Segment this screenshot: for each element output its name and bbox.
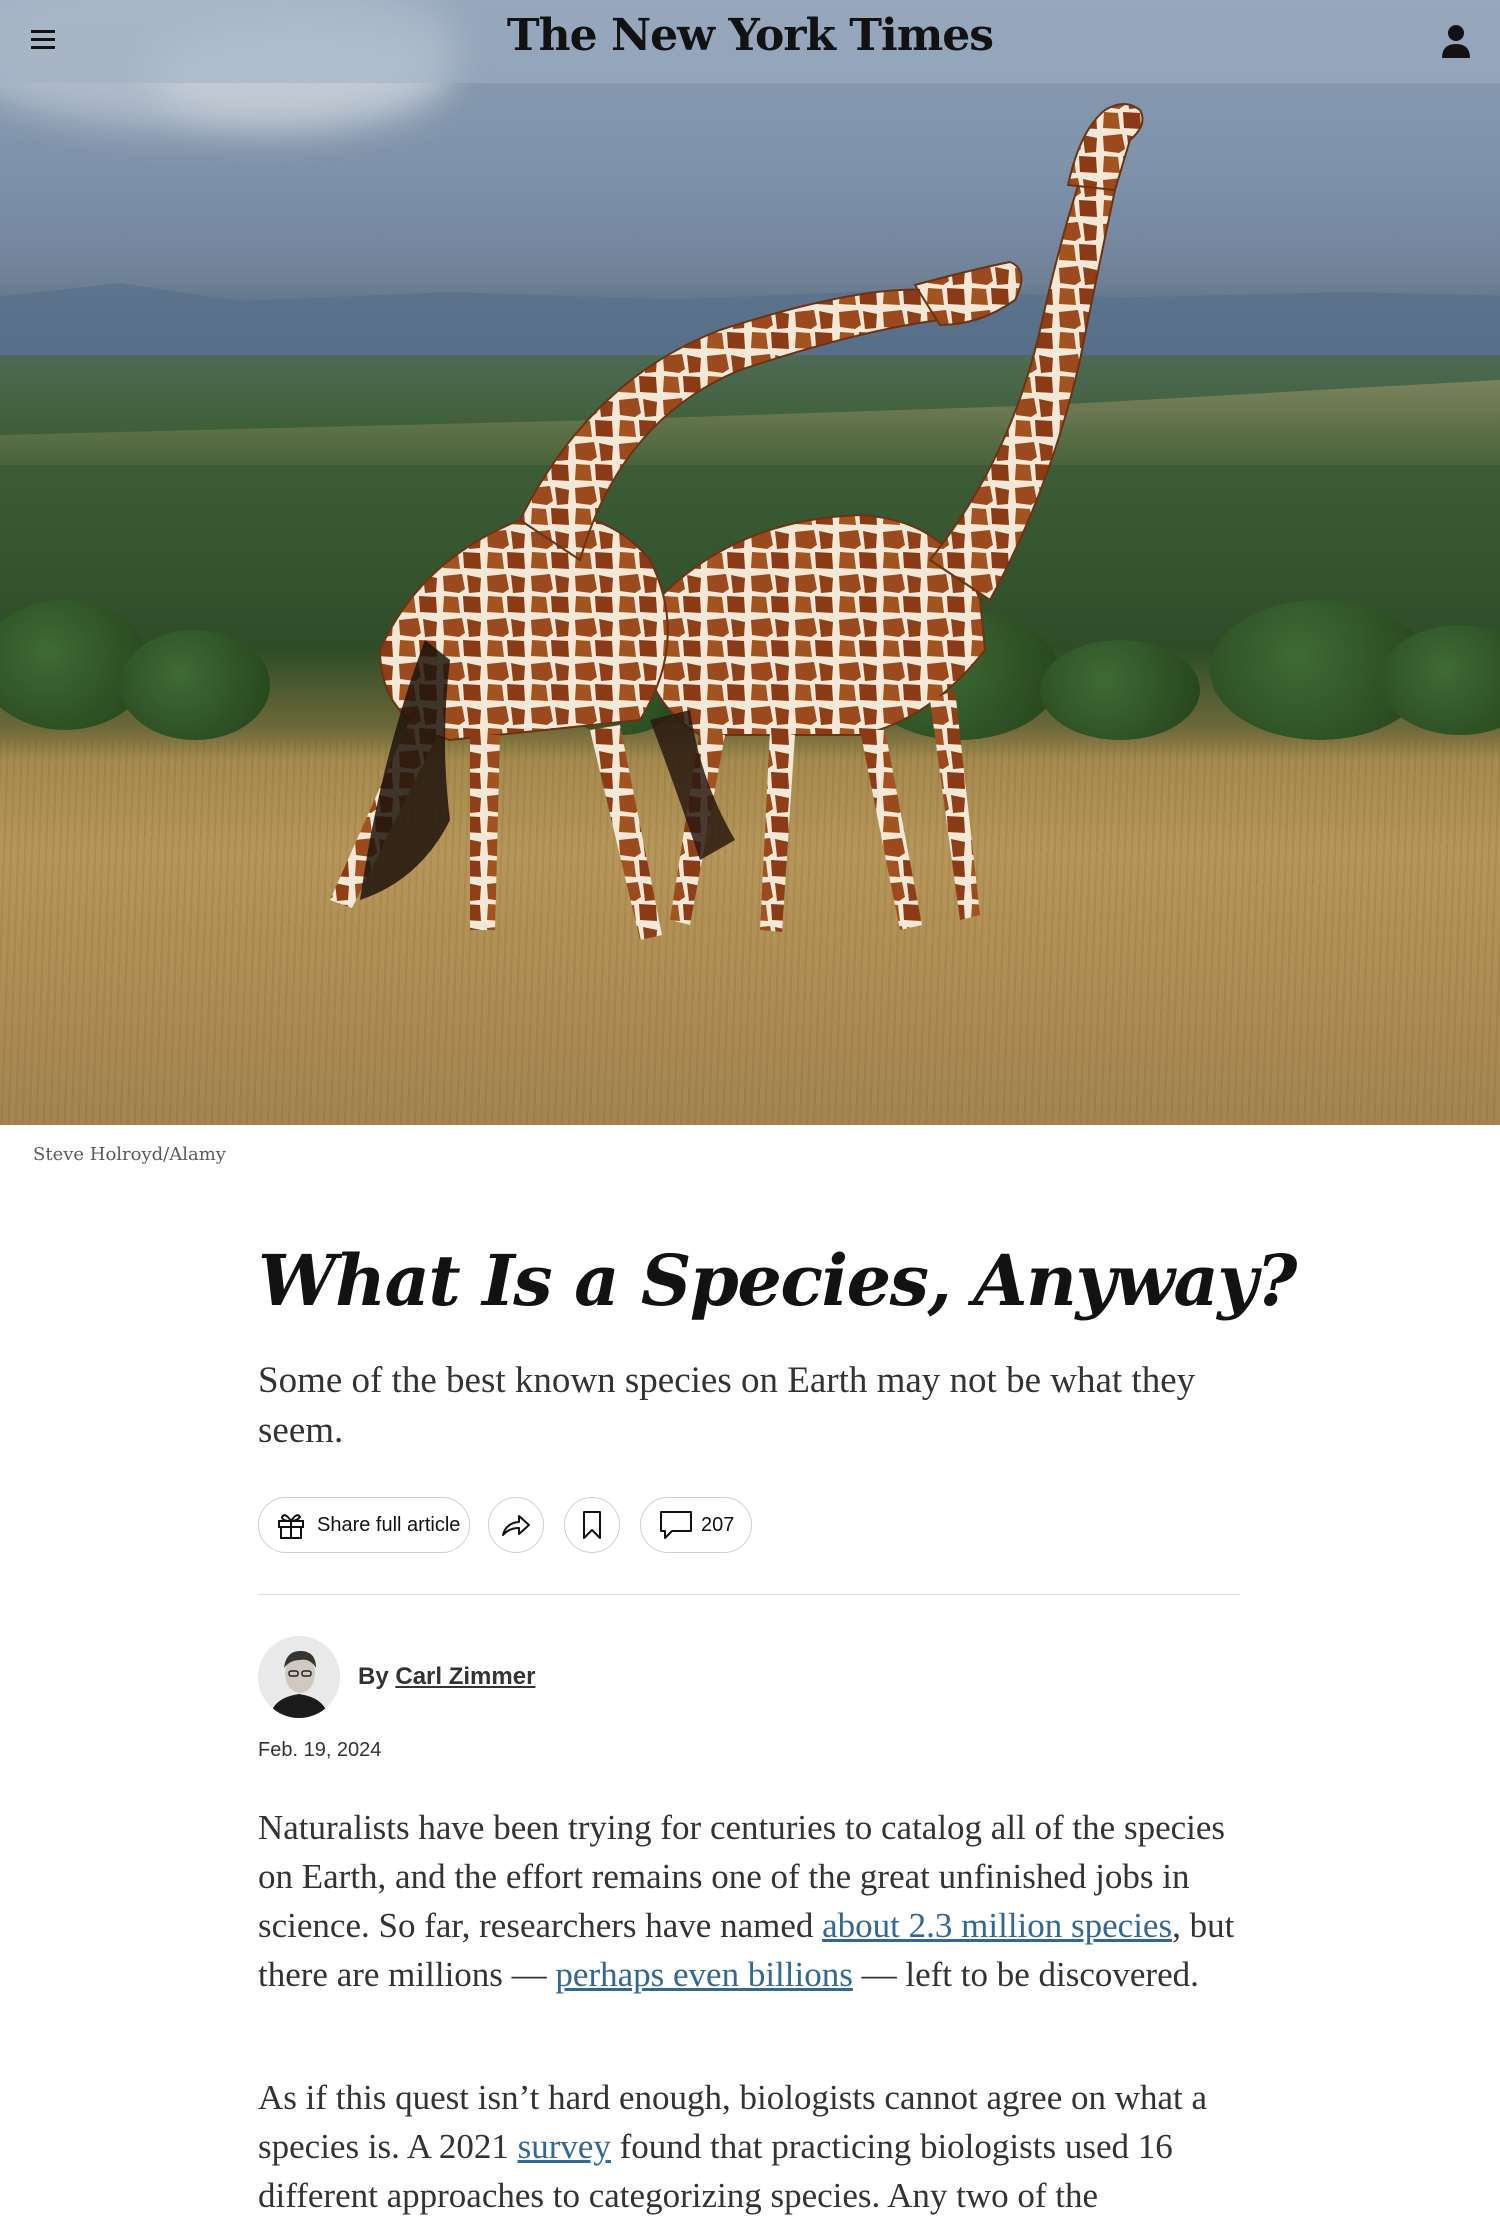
article-paragraph: Naturalists have been trying for centuri… bbox=[258, 1803, 1248, 1999]
comment-bubble-icon bbox=[660, 1511, 692, 1539]
masthead-bar: The New York Times bbox=[0, 0, 1500, 83]
paragraph-text: — left to be discovered. bbox=[852, 1955, 1199, 1994]
article-toolbar: Share full article 207 bbox=[258, 1497, 1258, 1553]
link-survey[interactable]: survey bbox=[518, 2127, 611, 2166]
user-account-icon[interactable] bbox=[1440, 22, 1472, 60]
author-avatar[interactable] bbox=[258, 1636, 340, 1718]
link-about-2-3-million-species[interactable]: about 2.3 million species bbox=[822, 1906, 1172, 1945]
gift-icon bbox=[278, 1514, 304, 1539]
giraffes-illustration bbox=[330, 103, 1144, 940]
comment-count: 207 bbox=[701, 1513, 735, 1536]
share-full-article-button[interactable]: Share full article bbox=[258, 1497, 470, 1553]
article-paragraph: As if this quest isn’t hard enough, biol… bbox=[258, 2073, 1248, 2220]
share-button[interactable] bbox=[488, 1497, 544, 1553]
bookmark-icon bbox=[583, 1511, 601, 1539]
author-link[interactable]: Carl Zimmer bbox=[395, 1663, 535, 1690]
byline: By Carl Zimmer bbox=[358, 1663, 535, 1691]
byline-prefix: By bbox=[358, 1663, 389, 1690]
save-bookmark-button[interactable] bbox=[564, 1497, 620, 1553]
article-summary: Some of the best known species on Earth … bbox=[258, 1360, 1196, 1451]
right-giraffe bbox=[638, 103, 1144, 932]
nyt-logo[interactable]: The New York Times bbox=[0, 10, 1500, 61]
share-arrow-icon bbox=[502, 1515, 530, 1536]
article-headline: What Is a Species, Anyway? bbox=[258, 1239, 1297, 1322]
share-full-article-label: Share full article bbox=[317, 1513, 461, 1536]
divider bbox=[258, 1594, 1240, 1595]
photo-credit: Steve Holroyd/Alamy bbox=[33, 1144, 226, 1165]
comments-button[interactable]: 207 bbox=[640, 1497, 752, 1553]
publish-date: Feb. 19, 2024 bbox=[258, 1739, 382, 1761]
hero-photo bbox=[0, 0, 1500, 1125]
link-perhaps-even-billions[interactable]: perhaps even billions bbox=[555, 1955, 852, 1994]
